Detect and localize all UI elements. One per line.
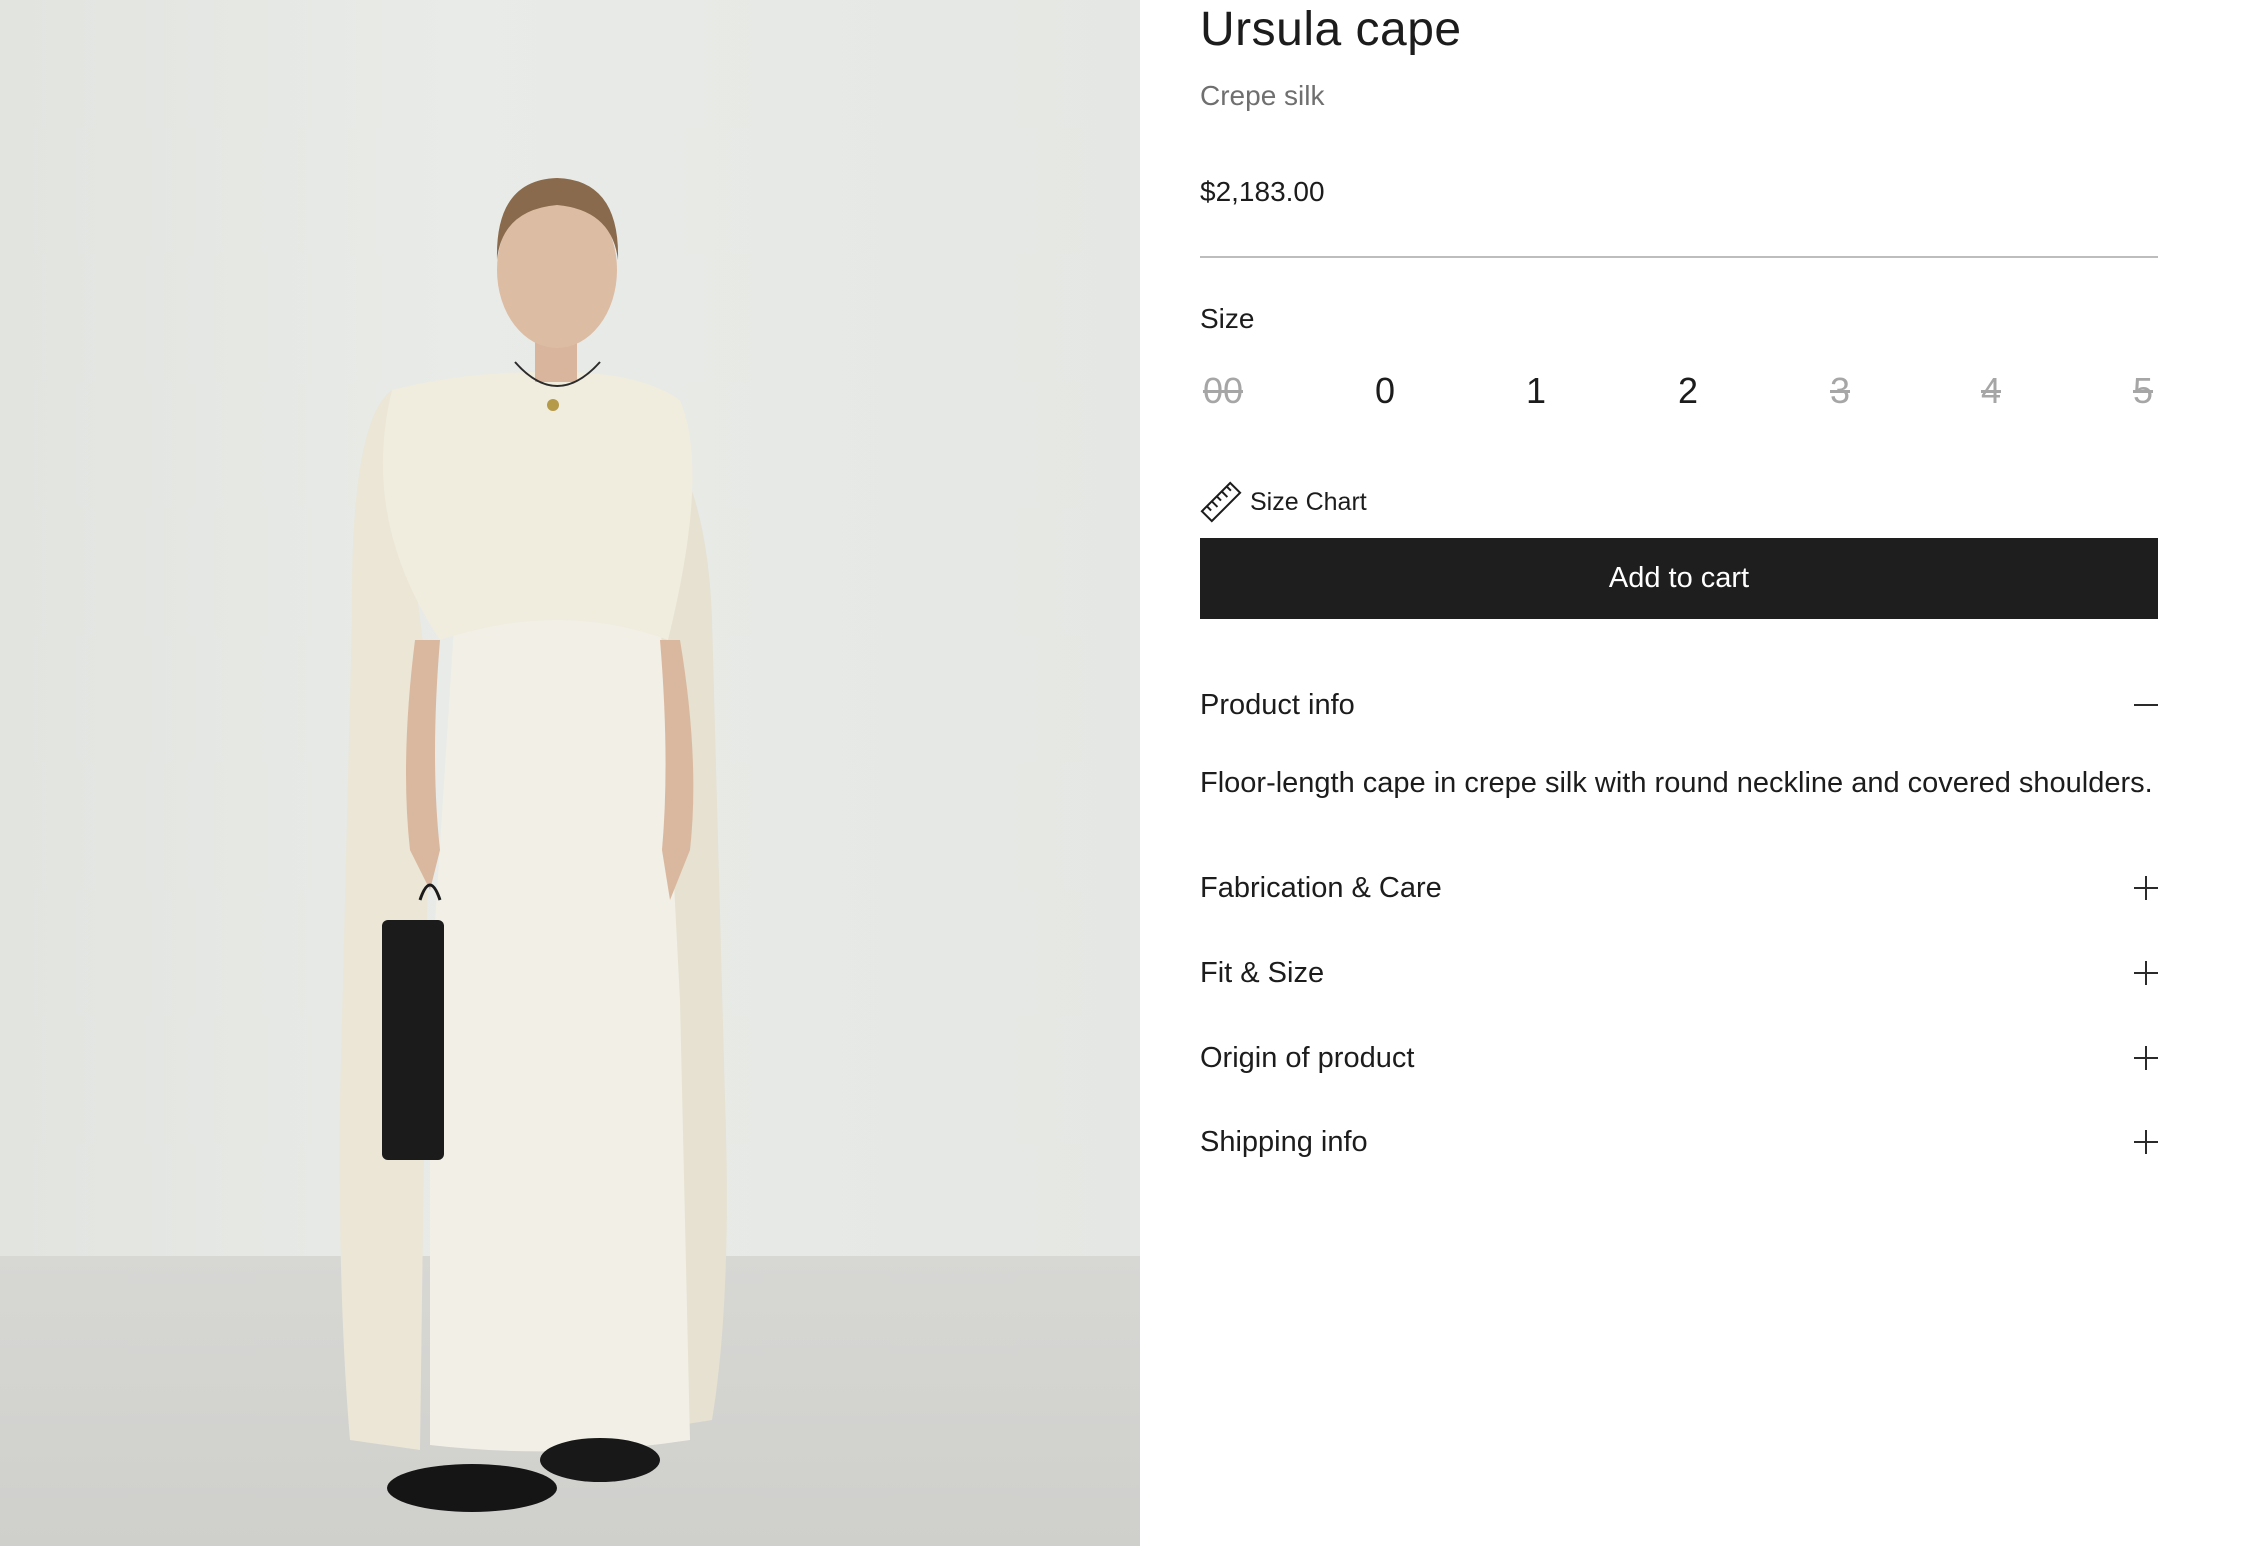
accordion-label: Product info xyxy=(1200,689,1355,721)
model-figure xyxy=(339,178,727,1512)
accordion-label: Fit & Size xyxy=(1200,957,1325,989)
size-option-4[interactable]: 4 xyxy=(1951,365,2031,417)
add-to-cart-button[interactable]: Add to cart xyxy=(1200,538,2158,619)
divider xyxy=(1200,256,2158,258)
accordion-label: Origin of product xyxy=(1200,1042,1415,1074)
accordion-origin[interactable]: Origin of product xyxy=(1200,1036,2158,1080)
accordion-fit-size[interactable]: Fit & Size xyxy=(1200,951,2158,995)
product-page: Ursula cape Crepe silk $2,183.00 Size 00… xyxy=(0,0,2264,1546)
product-price: $2,183.00 xyxy=(1200,176,1325,207)
size-selector: 00 0 1 2 3 4 5 xyxy=(1200,365,2158,417)
product-image[interactable] xyxy=(0,0,1140,1546)
size-chart-link[interactable]: Size Chart xyxy=(1200,480,1367,524)
accordion-label: Fabrication & Care xyxy=(1200,872,1442,904)
minus-icon xyxy=(2134,693,2158,717)
plus-icon xyxy=(2134,1130,2158,1154)
accordion-shipping[interactable]: Shipping info xyxy=(1200,1120,2158,1164)
size-chart-label: Size Chart xyxy=(1250,488,1367,516)
product-material: Crepe silk xyxy=(1200,80,1325,111)
product-title: Ursula cape xyxy=(1200,3,1462,56)
product-details: Ursula cape Crepe silk $2,183.00 Size 00… xyxy=(1200,0,2158,1546)
size-option-1[interactable]: 1 xyxy=(1496,365,1576,417)
ruler-icon xyxy=(1200,481,1242,523)
size-option-3[interactable]: 3 xyxy=(1800,365,1880,417)
product-description: Floor-length cape in crepe silk with rou… xyxy=(1200,767,2153,799)
size-label: Size xyxy=(1200,303,1255,334)
size-option-0[interactable]: 0 xyxy=(1345,365,1425,417)
size-option-2[interactable]: 2 xyxy=(1648,365,1728,417)
plus-icon xyxy=(2134,1046,2158,1070)
size-option-00[interactable]: 00 xyxy=(1183,365,1263,417)
size-option-5[interactable]: 5 xyxy=(2103,365,2183,417)
plus-icon xyxy=(2134,876,2158,900)
accordion-fabrication-care[interactable]: Fabrication & Care xyxy=(1200,866,2158,910)
accordion-product-info[interactable]: Product info xyxy=(1200,683,2158,727)
plus-icon xyxy=(2134,961,2158,985)
accordion-label: Shipping info xyxy=(1200,1126,1368,1158)
